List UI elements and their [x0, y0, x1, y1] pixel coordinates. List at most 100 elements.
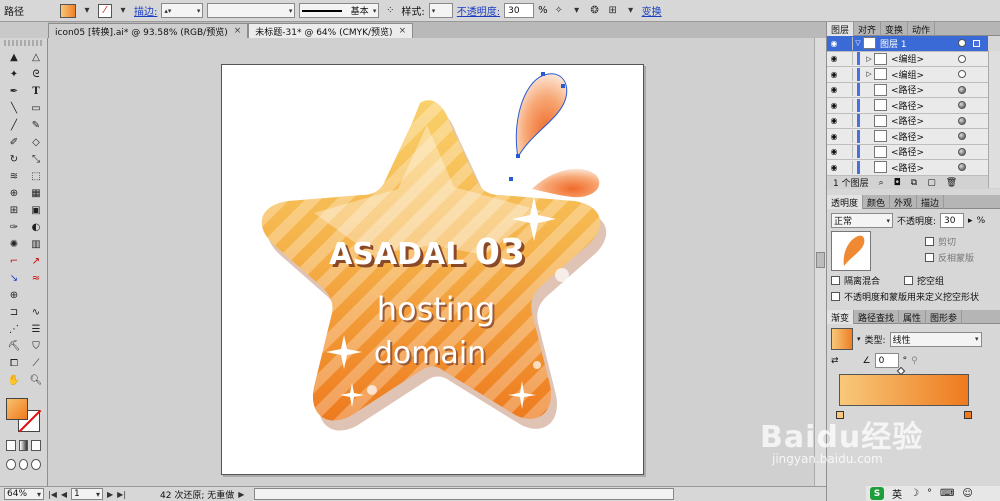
target-icon[interactable] [958, 132, 966, 141]
opacity-input[interactable]: 30 [940, 213, 965, 228]
gradient-stop-end[interactable] [964, 411, 972, 419]
flip-tool-icon[interactable]: ↘ [4, 271, 24, 286]
target-icon[interactable] [958, 70, 966, 79]
layer-row[interactable]: ◉ <路径> [827, 113, 988, 129]
tab-pathfinder[interactable]: 路径查找 [854, 310, 900, 324]
status-menu-icon[interactable]: ▶ [238, 490, 244, 499]
tab-color[interactable]: 颜色 [863, 195, 891, 209]
free-transform-tool-icon[interactable]: ⬚ [26, 169, 46, 184]
aspect-icon[interactable]: ⚲ [911, 356, 918, 366]
scroll-thumb[interactable] [816, 252, 825, 268]
sogou-logo[interactable]: S [870, 487, 884, 500]
artboard[interactable]: ASADAL 03 ASADAL 03 hosting hosting doma… [221, 64, 644, 475]
zoom-dropdown[interactable]: 64% ▾ [4, 488, 44, 500]
draw-inside-icon[interactable] [31, 459, 42, 470]
draw-normal-icon[interactable] [6, 459, 16, 470]
line-tool-icon[interactable]: ╲ [4, 101, 24, 116]
locate-object-icon[interactable]: ⌕ [879, 178, 884, 188]
layer-row[interactable]: ◉ <路径> [827, 160, 988, 176]
warp-tool-icon[interactable]: ≈ [26, 271, 46, 286]
tab-actions[interactable]: 动作 [908, 22, 936, 36]
crop-tool-icon[interactable]: ⧠ [4, 356, 24, 371]
brush-dropdown[interactable]: 基本 ▾ [299, 3, 380, 18]
blend-tool-icon[interactable]: ◐ [26, 220, 46, 235]
dot-icon[interactable]: ° [927, 488, 932, 499]
scale-tool-icon[interactable]: ⤡ [26, 152, 46, 167]
layer-row[interactable]: ◉ ▷ <编组> [827, 51, 988, 67]
target-icon[interactable] [958, 116, 966, 125]
fill-color-box[interactable] [6, 398, 28, 420]
page-dropdown[interactable]: 1 ▾ [71, 488, 104, 500]
brush-options-icon[interactable]: ⁘ [383, 4, 397, 18]
eyedropper-tool-icon[interactable]: ✑ [4, 220, 24, 235]
panel-grip[interactable] [4, 40, 43, 46]
eye-icon[interactable]: ◉ [827, 70, 841, 79]
stroke-link[interactable]: 描边: [134, 3, 157, 18]
bounding-tool-icon[interactable]: ⊐ [4, 305, 24, 320]
target-icon[interactable] [958, 163, 966, 172]
draw-behind-icon[interactable] [18, 459, 29, 470]
tab-align[interactable]: 对齐 [854, 22, 882, 36]
direct-selection-tool-icon[interactable]: △ [26, 50, 46, 65]
trash-icon[interactable]: 🗑︎ [946, 178, 957, 188]
chevron-down-icon[interactable]: ▾ [80, 4, 94, 18]
knockout-group-checkbox[interactable] [904, 276, 914, 285]
layers-scrollbar[interactable] [988, 51, 1000, 188]
lasso-tool-icon[interactable]: ᘓ [26, 67, 46, 82]
opacity-input[interactable]: 30 [504, 3, 535, 18]
gradient-slider[interactable] [836, 366, 972, 419]
stroke-weight-dropdown[interactable]: ▴▾ ▾ [161, 3, 204, 18]
prev-page-icon[interactable]: ◀ [61, 490, 67, 499]
invert-mask-checkbox[interactable] [925, 253, 934, 262]
tab-transparency[interactable]: 透明度 [827, 195, 864, 209]
magic-wand-tool-icon[interactable]: ✦ [4, 67, 24, 82]
horizontal-scrollbar[interactable] [254, 488, 675, 500]
layer-row[interactable]: ◉ ▽ 图层 1 [827, 36, 988, 52]
layer-row[interactable]: ◉ <路径> [827, 144, 988, 160]
target-icon[interactable] [958, 39, 966, 48]
gradient-type-dropdown[interactable]: 线性 ▾ [889, 331, 982, 347]
tab-layers[interactable]: 图层 [827, 22, 855, 36]
lock-slot[interactable] [841, 160, 853, 174]
shape-builder-tool-icon[interactable]: ⊕ [4, 186, 24, 201]
none-mode-icon[interactable] [31, 440, 42, 451]
eye-icon[interactable]: ◉ [827, 54, 841, 63]
opacity-stepper-icon[interactable]: ▸ [968, 216, 973, 226]
stroke-none-icon[interactable]: ⁄ [98, 3, 112, 18]
angle-icon[interactable]: ∠ [863, 356, 871, 366]
rotate-tool-icon[interactable]: ↻ [4, 152, 24, 167]
angle-input[interactable]: 0 [874, 353, 899, 368]
canvas-area[interactable]: ASADAL 03 ASADAL 03 hosting hosting doma… [48, 38, 814, 486]
fill-stroke-control[interactable] [4, 396, 43, 436]
slice-tool-icon[interactable]: ↗ [26, 254, 46, 269]
twist-tool-icon[interactable]: ⋰ [4, 322, 24, 337]
layer-row[interactable]: ◉ ▷ <编组> [827, 67, 988, 83]
list-tool-icon[interactable]: ☰ [26, 322, 46, 337]
user-icon[interactable]: ☺ [962, 488, 972, 499]
moon-icon[interactable]: ☽ [910, 488, 919, 499]
symbol-sprayer-tool-icon[interactable]: ✺ [4, 237, 24, 252]
variable-width-dropdown[interactable]: ▾ [207, 3, 296, 18]
lock-slot[interactable] [841, 98, 853, 112]
tab-gradient[interactable]: 渐变 [827, 310, 855, 324]
tab-appearance[interactable]: 外观 [890, 195, 918, 209]
perspective-grid-tool-icon[interactable]: ▦ [26, 186, 46, 201]
blend-mode-dropdown[interactable]: 正常 ▾ [831, 213, 893, 228]
expand-icon[interactable]: ▷ [864, 70, 874, 78]
wave-tool-icon[interactable]: ∿ [26, 305, 46, 320]
object-thumbnail[interactable] [831, 231, 871, 271]
style-dropdown[interactable]: ▾ [428, 3, 453, 18]
lock-slot[interactable] [841, 129, 853, 143]
midpoint-diamond[interactable] [896, 366, 906, 376]
width-tool-icon[interactable]: ≋ [4, 169, 24, 184]
eye-icon[interactable]: ◉ [827, 39, 841, 48]
fill-swatch[interactable] [60, 3, 76, 18]
lock-slot[interactable] [841, 83, 853, 97]
graphic-style-icon[interactable]: ❂ [588, 4, 602, 18]
eye-icon[interactable]: ◉ [827, 147, 841, 156]
mesh-tool-icon[interactable]: ⊞ [4, 203, 24, 218]
ime-language[interactable]: 英 [892, 486, 902, 501]
target-icon[interactable] [958, 147, 966, 156]
gradient-swatch[interactable] [831, 328, 853, 350]
eraser-tool-icon[interactable]: ◇ [26, 135, 46, 150]
